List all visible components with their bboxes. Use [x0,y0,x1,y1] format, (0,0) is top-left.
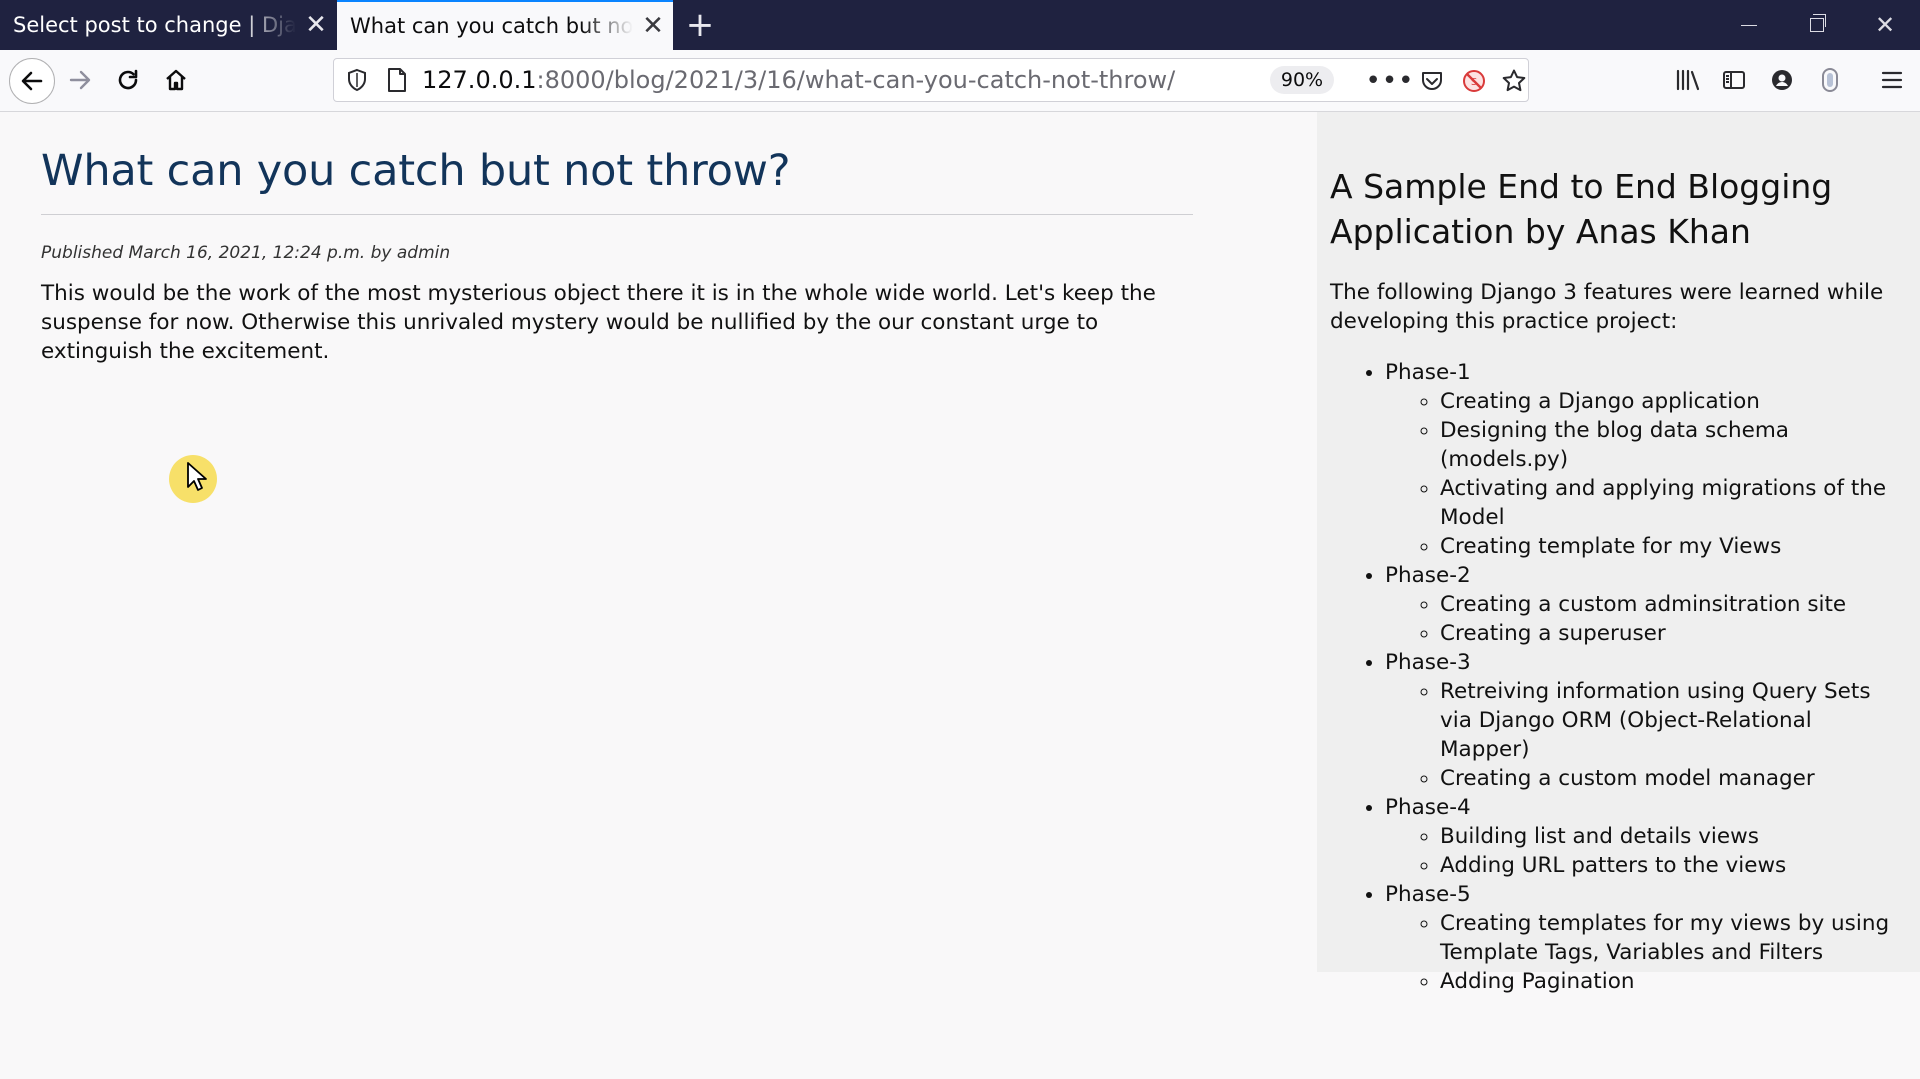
phase-item: Phase-1 Creating a Django application De… [1385,358,1908,561]
zoom-level-badge[interactable]: 90% [1270,66,1334,94]
restore-button[interactable] [1782,0,1852,50]
feature-item: Building list and details views [1440,822,1908,851]
feature-item: Creating a superuser [1440,619,1908,648]
window-close-button[interactable]: ✕ [1850,0,1920,50]
account-icon[interactable] [1764,62,1800,98]
plus-icon[interactable]: + [682,4,718,46]
phase-label: Phase-2 [1385,563,1471,588]
page-icon[interactable] [386,67,408,93]
tab-current-post[interactable]: What can you catch but not throw? ✕ [337,0,673,50]
feature-item: Creating a custom adminsitration site [1440,590,1908,619]
hamburger-menu-icon[interactable] [1874,62,1910,98]
url-text[interactable]: 127.0.0.1:8000/blog/2021/3/16/what-can-y… [422,59,1175,101]
feature-item: Creating templates for my views by using… [1440,909,1908,967]
close-icon[interactable]: ✕ [296,12,336,38]
feature-list: Creating templates for my views by using… [1385,909,1908,996]
arrow-left-icon[interactable] [9,58,55,104]
feature-list: Creating a custom adminsitration site Cr… [1385,590,1908,648]
post-meta: Published March 16, 2021, 12:24 p.m. by … [41,243,451,263]
feature-item: Activating and applying migrations of th… [1440,474,1908,532]
feature-item: Creating a Django application [1440,387,1908,416]
arrow-right-icon[interactable] [60,60,100,100]
sidebar: A Sample End to End Blogging Application… [1317,112,1920,994]
noscript-icon[interactable]: S [1460,67,1488,95]
tab-title: Select post to change | Django site admi… [13,13,296,37]
phase-item: Phase-3 Retreiving information using Que… [1385,648,1908,793]
more-icon[interactable]: ••• [1366,66,1414,96]
phase-label: Phase-3 [1385,650,1471,675]
sidebar-icon[interactable] [1716,62,1752,98]
post-body: This would be the work of the most myste… [41,281,1156,364]
url-host: 127.0.0.1 [422,66,537,94]
post-title: What can you catch but not throw? [41,146,1193,215]
library-icon[interactable] [1670,62,1706,98]
tab-title: What can you catch but not throw? [350,14,633,38]
home-icon[interactable] [156,60,196,100]
minimize-button[interactable] [1714,0,1784,50]
feature-item: Retreiving information using Query Sets … [1440,677,1908,764]
tab-strip: Select post to change | Django site admi… [0,0,1920,50]
post-detail: What can you catch but not throw? Publis… [41,112,1193,366]
phase-item: Phase-5 Creating templates for my views … [1385,880,1908,996]
feature-item: Adding URL patters to the views [1440,851,1908,880]
sidebar-intro: The following Django 3 features were lea… [1330,280,1884,334]
shield-icon[interactable] [346,68,368,92]
reload-icon[interactable] [108,60,148,100]
cursor-icon [187,462,207,491]
feature-list: Creating a Django application Designing … [1385,387,1908,561]
phase-label: Phase-1 [1385,360,1471,385]
star-icon[interactable] [1500,67,1528,95]
navigation-toolbar: 127.0.0.1:8000/blog/2021/3/16/what-can-y… [0,50,1920,112]
phase-label: Phase-5 [1385,882,1471,907]
feature-item: Designing the blog data schema (models.p… [1440,416,1908,474]
tab-django-admin[interactable]: Select post to change | Django site admi… [0,0,336,50]
extension-icon[interactable] [1812,62,1848,98]
feature-item: Creating template for my Views [1440,532,1908,561]
phase-item: Phase-4 Building list and details views … [1385,793,1908,880]
sidebar-title: A Sample End to End Blogging Application… [1330,167,1833,251]
phase-label: Phase-4 [1385,795,1471,820]
page-content: What can you catch but not throw? Publis… [0,112,1920,1079]
feature-item: Adding Pagination [1440,967,1908,996]
pocket-icon[interactable] [1418,67,1446,95]
feature-list: Building list and details views Adding U… [1385,822,1908,880]
feature-item: Creating a custom model manager [1440,764,1908,793]
svg-text:S: S [1471,77,1477,88]
phase-item: Phase-2 Creating a custom adminsitration… [1385,561,1908,648]
url-path: :8000/blog/2021/3/16/what-can-you-catch-… [536,66,1176,94]
close-icon[interactable]: ✕ [633,13,673,39]
url-bar[interactable]: 127.0.0.1:8000/blog/2021/3/16/what-can-y… [333,58,1529,102]
phase-list: Phase-1 Creating a Django application De… [1330,358,1908,996]
feature-list: Retreiving information using Query Sets … [1385,677,1908,793]
